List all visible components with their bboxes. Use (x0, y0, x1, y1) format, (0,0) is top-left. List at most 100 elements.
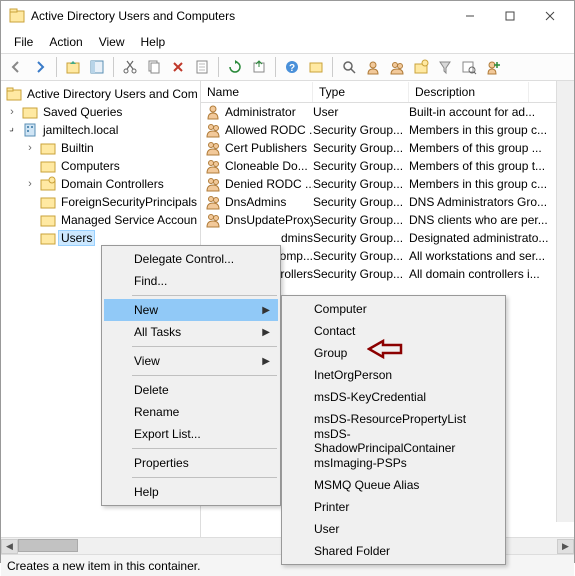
tree-root[interactable]: Active Directory Users and Com (25, 87, 200, 101)
new-submenu-item[interactable]: Printer (284, 496, 503, 518)
row-type: User (313, 105, 409, 119)
new-submenu-item[interactable]: Computer (284, 298, 503, 320)
menu-export-list[interactable]: Export List... (104, 423, 278, 445)
expand-icon[interactable]: › (5, 106, 19, 118)
row-desc: Built-in account for ad... (409, 105, 559, 119)
new-submenu-item[interactable]: msDS-KeyCredential (284, 386, 503, 408)
collapse-icon[interactable]: › (3, 121, 21, 139)
copy-button[interactable] (143, 56, 165, 78)
new-ou-button[interactable] (410, 56, 432, 78)
folder-icon (40, 158, 56, 174)
list-row[interactable]: Cert PublishersSecurity Group...Members … (201, 139, 574, 157)
menu-find[interactable]: Find... (104, 270, 278, 292)
row-type: Security Group... (313, 141, 409, 155)
minimize-button[interactable] (450, 2, 490, 30)
new-submenu-item[interactable]: MSMQ Queue Alias (284, 474, 503, 496)
export-button[interactable] (248, 56, 270, 78)
row-name: DnsUpdateProxy (225, 213, 313, 227)
tree-domain[interactable]: jamiltech.local (41, 123, 120, 137)
row-type: Security Group... (313, 123, 409, 137)
tree-dc[interactable]: Domain Controllers (59, 177, 166, 191)
tree-users[interactable]: Users (59, 231, 94, 245)
list-row[interactable]: Allowed RODC ...Security Group...Members… (201, 121, 574, 139)
new-group-button[interactable] (386, 56, 408, 78)
submenu-label: msDS-ShadowPrincipalContainer (314, 427, 479, 455)
folder-icon (22, 104, 38, 120)
tree-builtin[interactable]: Builtin (59, 141, 96, 155)
row-name: DnsAdmins (225, 195, 286, 209)
list-row[interactable]: Cloneable Do...Security Group...Members … (201, 157, 574, 175)
menu-file[interactable]: File (7, 33, 40, 51)
tree-computers[interactable]: Computers (59, 159, 122, 173)
column-headers[interactable]: Name Type Description (201, 81, 574, 103)
new-submenu-item[interactable]: User (284, 518, 503, 540)
menu-delegate-control[interactable]: Delegate Control... (104, 248, 278, 270)
row-type: Security Group... (313, 231, 409, 245)
new-user-button[interactable] (362, 56, 384, 78)
maximize-button[interactable] (490, 2, 530, 30)
row-desc: Designated administrato... (409, 231, 559, 245)
find-button[interactable] (338, 56, 360, 78)
tree-msa[interactable]: Managed Service Accoun (59, 213, 199, 227)
list-row[interactable]: AdministratorUserBuilt-in account for ad… (201, 103, 574, 121)
row-desc: All workstations and ser... (409, 249, 559, 263)
row-name: Denied RODC ... (225, 177, 313, 191)
tree-saved-queries[interactable]: Saved Queries (41, 105, 124, 119)
new-submenu: ComputerContactGroupInetOrgPersonmsDS-Ke… (281, 295, 506, 565)
show-hide-tree-button[interactable] (86, 56, 108, 78)
row-type: Security Group... (313, 213, 409, 227)
scroll-thumb[interactable] (18, 539, 78, 552)
row-desc: DNS clients who are per... (409, 213, 559, 227)
menu-help[interactable]: Help (104, 481, 278, 503)
new-submenu-item[interactable]: Shared Folder (284, 540, 503, 562)
toolbar: ? (1, 53, 574, 81)
menu-action[interactable]: Action (42, 33, 89, 51)
col-name[interactable]: Name (201, 82, 313, 102)
col-type[interactable]: Type (313, 82, 409, 102)
tree-fsp[interactable]: ForeignSecurityPrincipals (59, 195, 199, 209)
row-type: Security Group... (313, 177, 409, 191)
help-button[interactable]: ? (281, 56, 303, 78)
context-menu: Delegate Control... Find... New▶ All Tas… (101, 245, 281, 506)
back-button[interactable] (5, 56, 27, 78)
add-to-group-button[interactable] (482, 56, 504, 78)
menu-rename[interactable]: Rename (104, 401, 278, 423)
row-type: Security Group... (313, 267, 409, 281)
delete-button[interactable] (167, 56, 189, 78)
forward-button[interactable] (29, 56, 51, 78)
list-row[interactable]: DnsAdminsSecurity Group...DNS Administra… (201, 193, 574, 211)
app-icon (9, 8, 25, 24)
menu-all-tasks[interactable]: All Tasks▶ (104, 321, 278, 343)
up-button[interactable] (62, 56, 84, 78)
window-title: Active Directory Users and Computers (31, 9, 450, 23)
menu-bar: File Action View Help (1, 31, 574, 53)
menu-new[interactable]: New▶ (104, 299, 278, 321)
list-row[interactable]: Denied RODC ...Security Group...Members … (201, 175, 574, 193)
container-button[interactable] (305, 56, 327, 78)
row-desc: DNS Administrators Gro... (409, 195, 559, 209)
new-submenu-item[interactable]: InetOrgPerson (284, 364, 503, 386)
new-submenu-item[interactable]: msDS-ShadowPrincipalContainer (284, 430, 503, 452)
scroll-right-button[interactable]: ▶ (557, 539, 574, 554)
menu-properties[interactable]: Properties (104, 452, 278, 474)
row-desc: Members of this group t... (409, 159, 559, 173)
row-desc: Members in this group c... (409, 177, 559, 191)
submenu-label: User (314, 522, 339, 536)
menu-help[interactable]: Help (134, 33, 173, 51)
col-description[interactable]: Description (409, 82, 529, 102)
row-name: Cert Publishers (225, 141, 307, 155)
cut-button[interactable] (119, 56, 141, 78)
filter-button[interactable] (434, 56, 456, 78)
menu-delete[interactable]: Delete (104, 379, 278, 401)
new-submenu-item[interactable]: msImaging-PSPs (284, 452, 503, 474)
close-button[interactable] (530, 2, 570, 30)
row-type: Security Group... (313, 159, 409, 173)
menu-view[interactable]: View (92, 33, 132, 51)
list-row[interactable]: DnsUpdateProxySecurity Group...DNS clien… (201, 211, 574, 229)
search-button[interactable] (458, 56, 480, 78)
submenu-label: Group (314, 346, 347, 360)
scroll-left-button[interactable]: ◀ (1, 539, 18, 554)
menu-view[interactable]: View▶ (104, 350, 278, 372)
refresh-button[interactable] (224, 56, 246, 78)
properties-button[interactable] (191, 56, 213, 78)
